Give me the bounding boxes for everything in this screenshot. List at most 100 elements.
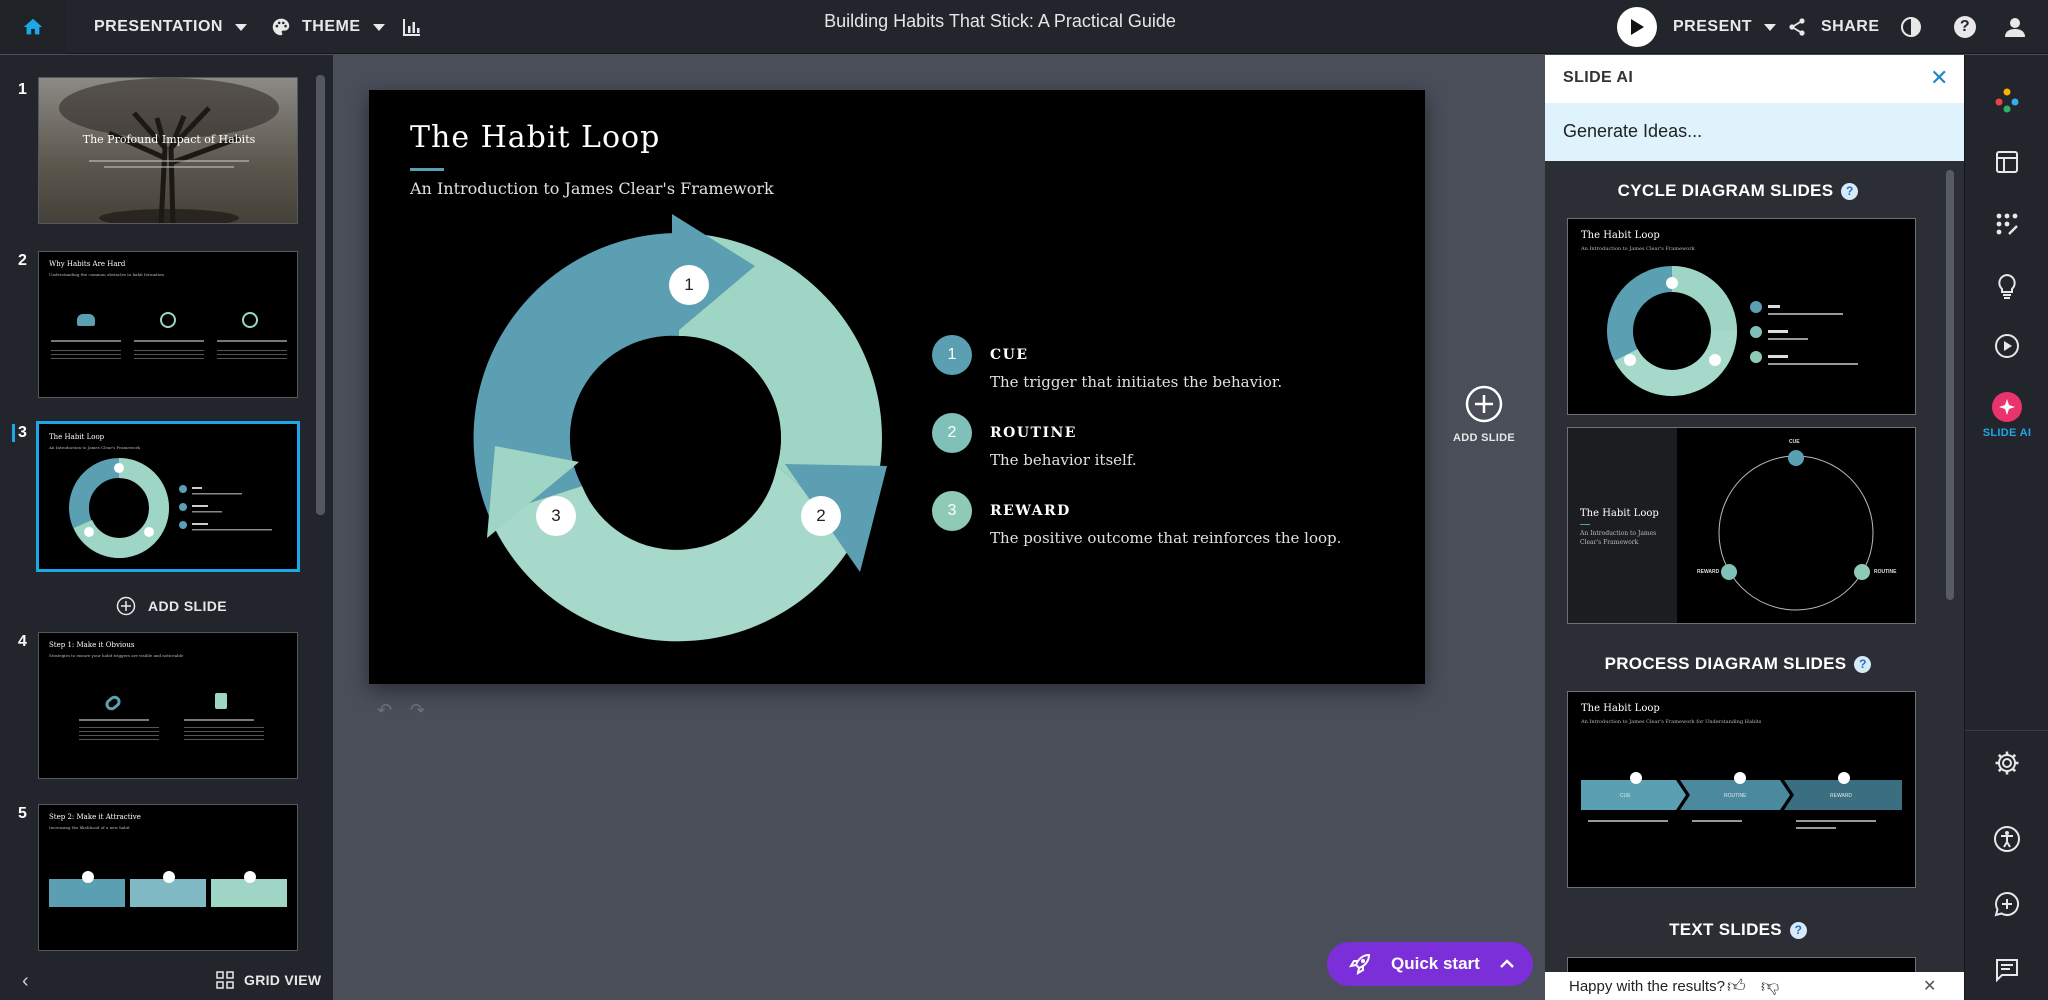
- slide-number: 4: [18, 633, 27, 650]
- generate-ideas-button[interactable]: Generate Ideas...: [1545, 103, 1964, 161]
- slide-ai-title: SLIDE AI: [1563, 69, 1634, 86]
- slide-thumbnail-4[interactable]: Step 1: Make it Obvious Strategies to en…: [38, 632, 298, 779]
- thumbnail-marker: [82, 871, 94, 883]
- slide-subtitle[interactable]: An Introduction to James Clear's Framewo…: [410, 179, 774, 198]
- close-icon[interactable]: ✕: [1923, 976, 1936, 996]
- slide-thumbnail-3[interactable]: The Habit Loop An Introduction to James …: [36, 421, 300, 572]
- cycle-diagram-thumbnail: [69, 458, 272, 559]
- layout-button[interactable]: [1965, 150, 2048, 174]
- slides-panel: 1 The Profound Impact of Habits 2 Why Ha…: [0, 55, 333, 1000]
- slide-thumbnail-1[interactable]: The Profound Impact of Habits: [38, 77, 298, 224]
- account-button[interactable]: [2004, 0, 2026, 54]
- ideas-button[interactable]: [1965, 273, 2048, 299]
- step-number-badge: 2: [932, 413, 972, 453]
- person-icon: [160, 312, 176, 328]
- elements-button[interactable]: [1965, 212, 2048, 236]
- slide-thumbnail-5[interactable]: Step 2: Make it Attractive Increasing th…: [38, 804, 298, 951]
- add-slide-after-button[interactable]: ADD SLIDE: [1444, 385, 1524, 444]
- grid-view-label: GRID VIEW: [244, 972, 322, 988]
- section-title: CYCLE DIAGRAM SLIDES: [1617, 181, 1834, 200]
- accessibility-button[interactable]: [1965, 825, 2048, 853]
- step-label: REWARD: [990, 503, 1071, 519]
- share-icon: [1789, 18, 1805, 36]
- slides-scrollbar[interactable]: [316, 75, 325, 515]
- feedback-bar: Happy with the results? 👍︎ 👎︎ ✕: [1545, 972, 1964, 1000]
- link-icon: [103, 693, 123, 713]
- suggestion-card-process-1[interactable]: The Habit Loop An Introduction to James …: [1567, 691, 1916, 888]
- slide-title[interactable]: The Habit Loop: [410, 120, 660, 155]
- process-label: ROUTINE: [1724, 793, 1747, 799]
- gear-icon: [1995, 751, 2019, 775]
- title-underline: [410, 168, 444, 171]
- add-slide-label: ADD SLIDE: [148, 598, 228, 614]
- slide-ai-rail-label: SLIDE AI: [1982, 427, 2032, 439]
- feedback-label: Happy with the results?: [1569, 978, 1725, 995]
- help-icon[interactable]: ?: [1841, 183, 1859, 200]
- ring-label: CUE: [1789, 439, 1800, 445]
- play-circle-icon: [1995, 334, 2019, 358]
- plus-circle-icon: [116, 596, 136, 616]
- contrast-button[interactable]: [1900, 0, 1922, 54]
- step-number-badge: 3: [932, 491, 972, 531]
- suggestion-card-cycle-1[interactable]: The Habit Loop An Introduction to James …: [1567, 218, 1916, 415]
- right-tool-rail: SLIDE AI: [1964, 55, 2048, 1000]
- present-menu[interactable]: PRESENT: [1673, 0, 1777, 54]
- step-number-badge: 1: [932, 335, 972, 375]
- slide-canvas[interactable]: The Habit Loop An Introduction to James …: [369, 90, 1425, 684]
- thumbnail-title: Step 1: Make it Obvious: [49, 641, 135, 649]
- top-toolbar: PRESENTATION THEME Building Habits That …: [0, 0, 2048, 54]
- process-diagram-preview: [1581, 772, 1902, 829]
- slide-ai-rail-button[interactable]: SLIDE AI: [1965, 392, 2048, 439]
- ai-panel-scrollbar[interactable]: [1946, 170, 1954, 600]
- grid-view-button[interactable]: GRID VIEW: [216, 960, 321, 1000]
- person-icon: [242, 312, 258, 328]
- thumbnail-title: The Profound Impact of Habits: [82, 133, 256, 146]
- step-label: CUE: [990, 347, 1029, 363]
- collapse-icon[interactable]: ‹: [22, 970, 29, 993]
- help-button[interactable]: ?: [1954, 0, 1976, 54]
- section-process-diagram: PROCESS DIAGRAM SLIDES?: [1545, 654, 1931, 674]
- thumbs-up-icon[interactable]: 👍︎: [1727, 975, 1746, 997]
- play-icon: [1617, 7, 1657, 47]
- sparkle-icon: [1992, 392, 2022, 422]
- integrations-button[interactable]: [1965, 87, 2048, 113]
- dots-icon: [1995, 88, 2019, 113]
- cycle-marker-1: 1: [669, 265, 709, 305]
- settings-button[interactable]: [1965, 750, 2048, 776]
- help-icon[interactable]: ?: [1789, 922, 1807, 939]
- user-icon: [2005, 18, 2025, 37]
- close-icon[interactable]: ✕: [1930, 65, 1948, 91]
- share-button[interactable]: SHARE: [1787, 0, 1880, 54]
- thumbs-down-icon[interactable]: 👎︎: [1761, 975, 1779, 997]
- cycle-ring-preview: [1718, 450, 1874, 611]
- redo-icon[interactable]: ↷: [410, 700, 425, 721]
- slide-number: 3: [18, 424, 27, 441]
- cycle-marker-3: 3: [536, 496, 576, 536]
- thumbnail-subtitle: Strategies to ensure your habit triggers…: [49, 653, 184, 658]
- rocket-icon: [1348, 953, 1371, 976]
- selection-marker: [12, 424, 15, 442]
- thumbnail-subtitle: Understanding the common obstacles to ha…: [49, 272, 165, 277]
- process-label: REWARD: [1830, 793, 1853, 799]
- help-icon: ?: [1954, 16, 1976, 38]
- add-comment-button[interactable]: [1965, 891, 2048, 917]
- section-title: PROCESS DIAGRAM SLIDES: [1604, 654, 1847, 673]
- comments-button[interactable]: [1965, 958, 2048, 982]
- thumbnail-title: Why Habits Are Hard: [49, 260, 126, 268]
- thumbnail-marker: [244, 871, 256, 883]
- play-panel-button[interactable]: [1965, 333, 2048, 359]
- add-slide-button[interactable]: ADD SLIDE: [116, 591, 227, 621]
- help-icon[interactable]: ?: [1854, 656, 1872, 673]
- cycle-diagram-preview: [1607, 266, 1858, 397]
- chevron-down-icon: [1764, 23, 1777, 31]
- add-comment-icon: [1994, 891, 2019, 917]
- slide-thumbnail-2[interactable]: Why Habits Are Hard Understanding the co…: [38, 251, 298, 398]
- undo-icon[interactable]: ↶: [377, 700, 392, 721]
- slide-number: 1: [18, 81, 27, 98]
- quick-start-button[interactable]: Quick start: [1327, 942, 1533, 986]
- elements-icon: [1996, 213, 2018, 235]
- play-button[interactable]: [1617, 0, 1657, 54]
- brain-icon: [77, 314, 95, 326]
- suggestion-card-cycle-2[interactable]: The Habit Loop An Introduction to James …: [1567, 427, 1916, 624]
- slides-footer: ‹ GRID VIEW: [0, 960, 333, 1000]
